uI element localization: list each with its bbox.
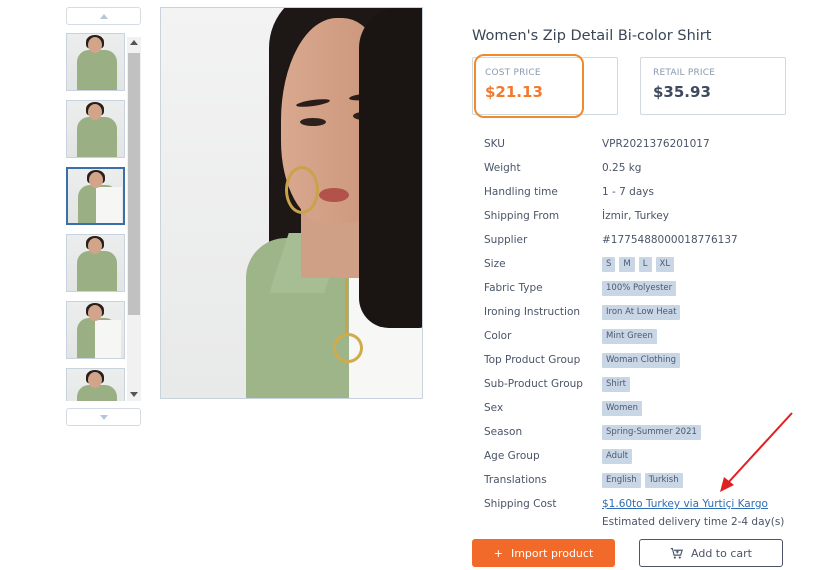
- thumbnail-4[interactable]: [66, 234, 125, 292]
- age-tag: Adult: [602, 448, 633, 464]
- annotation-arrow-icon: [720, 412, 793, 492]
- ironing-tag: Iron At Low Heat: [602, 304, 681, 320]
- spec-label: Season: [484, 426, 523, 438]
- spec-row-sub-group: Sub-Product Group Shirt: [484, 372, 804, 396]
- scrollbar-thumb[interactable]: [128, 53, 140, 315]
- add-to-cart-button[interactable]: Add to cart: [639, 539, 783, 567]
- add-to-cart-label: Add to cart: [691, 546, 752, 560]
- spec-label: Fabric Type: [484, 282, 543, 294]
- main-product-image: [160, 7, 423, 399]
- spec-label: Age Group: [484, 450, 540, 462]
- spec-row-top-group: Top Product Group Woman Clothing: [484, 348, 804, 372]
- weight-value: 0.25 kg: [602, 162, 642, 174]
- import-product-label: Import product: [510, 546, 594, 560]
- sub-group-tag: Shirt: [602, 376, 630, 392]
- spec-row-supplier: Supplier #1775488000018776137: [484, 228, 804, 252]
- spec-label: Top Product Group: [484, 354, 581, 366]
- top-group-tag: Woman Clothing: [602, 352, 681, 368]
- spec-label: Shipping Cost: [484, 498, 557, 510]
- spec-label: Weight: [484, 162, 521, 174]
- retail-price-box: RETAIL PRICE $35.93: [640, 57, 786, 115]
- spec-row-shipping-cost: Shipping Cost $1.60to Turkey via Yurtiçi…: [484, 492, 804, 516]
- color-tag: Mint Green: [602, 328, 657, 344]
- shipping-from-value: İzmir, Turkey: [602, 210, 669, 222]
- scroll-down-arrow-icon[interactable]: [130, 392, 138, 397]
- thumbnail-3[interactable]: [66, 167, 125, 225]
- fabric-tag: 100% Polyester: [602, 280, 677, 296]
- spec-row-handling: Handling time 1 - 7 days: [484, 180, 804, 204]
- thumbnail-6[interactable]: [66, 368, 125, 401]
- spec-label: Supplier: [484, 234, 528, 246]
- cart-plus-icon: [670, 547, 683, 559]
- season-tag: Spring-Summer 2021: [602, 424, 701, 440]
- spec-label: Sex: [484, 402, 504, 414]
- thumbs-scroll-up-button[interactable]: [66, 7, 141, 25]
- spec-label: Translations: [484, 474, 547, 486]
- retail-price-value: $35.93: [653, 83, 711, 101]
- thumbnail-2[interactable]: [66, 100, 125, 158]
- size-tag[interactable]: S: [602, 256, 616, 272]
- spec-label: Shipping From: [484, 210, 560, 222]
- retail-price-label: RETAIL PRICE: [653, 68, 716, 78]
- spec-label: Handling time: [484, 186, 558, 198]
- translation-tag[interactable]: Turkish: [644, 472, 683, 488]
- size-tags: S M L XL: [602, 256, 675, 272]
- spec-row-shipping-from: Shipping From İzmir, Turkey: [484, 204, 804, 228]
- import-product-button[interactable]: + Import product: [472, 539, 615, 567]
- thumbs-scroll-down-button[interactable]: [66, 408, 141, 426]
- spec-label: Size: [484, 258, 506, 270]
- supplier-value: #1775488000018776137: [602, 234, 738, 246]
- chevron-up-icon: [99, 13, 108, 19]
- handling-value: 1 - 7 days: [602, 186, 654, 198]
- thumbnail-5[interactable]: [66, 301, 125, 359]
- size-tag[interactable]: XL: [655, 256, 675, 272]
- spec-label: Sub-Product Group: [484, 378, 583, 390]
- delivery-estimate: Estimated delivery time 2-4 day(s): [602, 516, 785, 528]
- cost-price-box: COST PRICE $21.13: [472, 57, 618, 115]
- sex-tag: Women: [602, 400, 643, 416]
- translation-tag[interactable]: English: [602, 472, 641, 488]
- spec-row-weight: Weight 0.25 kg: [484, 156, 804, 180]
- spec-label: Color: [484, 330, 512, 342]
- spec-row-color: Color Mint Green: [484, 324, 804, 348]
- spec-row-size: Size S M L XL: [484, 252, 804, 276]
- scroll-up-arrow-icon[interactable]: [130, 40, 138, 45]
- chevron-down-icon: [99, 414, 108, 420]
- thumbnail-1[interactable]: [66, 33, 125, 91]
- shipping-cost-link[interactable]: $1.60to Turkey via Yurtiçi Kargo: [602, 498, 768, 510]
- cost-price-label: COST PRICE: [485, 68, 541, 78]
- spec-label: SKU: [484, 138, 505, 150]
- plus-icon: +: [493, 546, 503, 560]
- spec-row-sku: SKU VPR2021376201017: [484, 132, 804, 156]
- product-title: Women's Zip Detail Bi-color Shirt: [472, 28, 712, 44]
- spec-label: Ironing Instruction: [484, 306, 581, 318]
- thumbnail-scrollbar[interactable]: [127, 37, 141, 401]
- size-tag[interactable]: L: [638, 256, 652, 272]
- cost-price-value: $21.13: [485, 83, 543, 101]
- size-tag[interactable]: M: [619, 256, 635, 272]
- sku-value: VPR2021376201017: [602, 138, 710, 150]
- thumbnail-list: [66, 33, 125, 401]
- spec-row-fabric: Fabric Type 100% Polyester: [484, 276, 804, 300]
- spec-row-ironing: Ironing Instruction Iron At Low Heat: [484, 300, 804, 324]
